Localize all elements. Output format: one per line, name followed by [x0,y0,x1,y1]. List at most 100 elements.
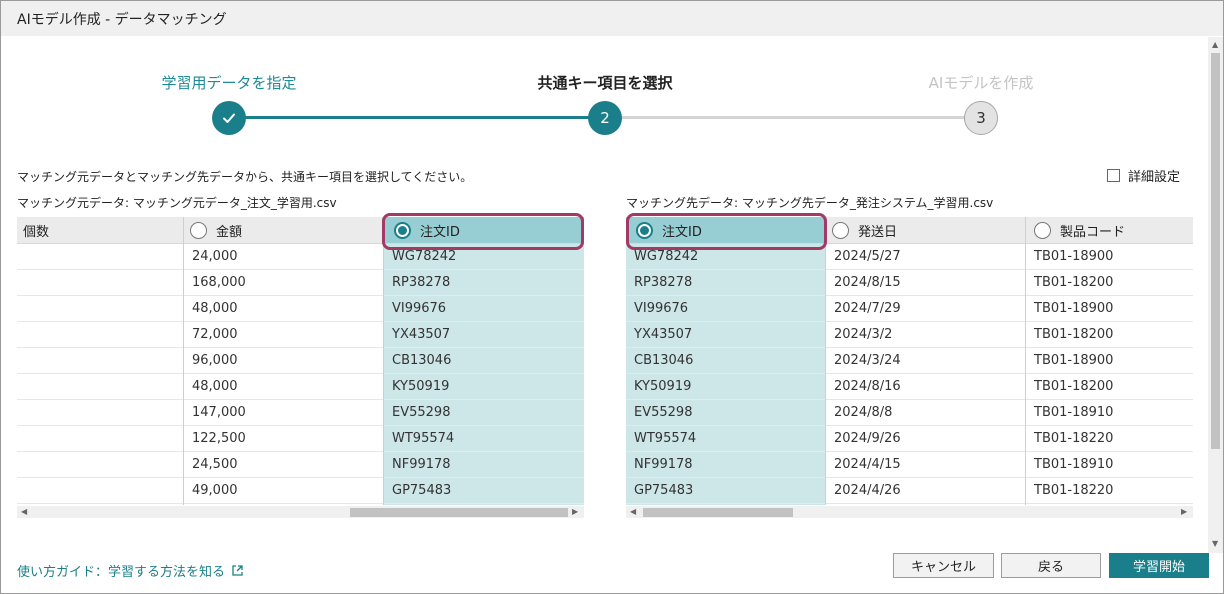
table-cell: 2024/5/27 [826,244,1025,270]
selected-key-highlight-source [382,213,584,250]
table-cell: 2024/4/26 [826,478,1025,504]
checkbox-box[interactable] [1107,169,1120,182]
table-cell: 48,000 [184,296,383,322]
table-cell: TB01-18900 [1026,296,1193,322]
window-title: AIモデル作成 - データマッチング [17,12,227,28]
table-cell: 49,000 [184,478,383,504]
scroll-up-icon[interactable]: ▲ [1212,40,1218,49]
detail-setting-label: 詳細設定 [1128,170,1181,185]
scroll-down-icon[interactable]: ▼ [1212,539,1218,548]
vertical-scrollbar[interactable]: ▲ ▼ [1208,37,1223,553]
radio-button-ship-date[interactable] [832,221,849,239]
table-cell: EV55298 [384,400,584,426]
table-cell: VI99676 [384,296,584,322]
source-table: 個数 金額 24,000 168,000 48,000 72,000 96,00… [17,217,584,505]
table-cell: 168,000 [184,270,383,296]
selected-key-highlight-target [626,213,827,250]
title-bar: AIモデル作成 - データマッチング [1,1,1223,36]
table-cell: 2024/8/8 [826,400,1025,426]
scroll-left-icon[interactable]: ◀ [21,507,27,516]
step-3-label: AIモデルを作成 [928,74,1034,92]
table-cell: 2024/3/24 [826,348,1025,374]
table-cell: KY50919 [384,374,584,400]
table-cell: NF99178 [384,452,584,478]
table-cell [17,244,183,270]
table-cell: 147,000 [184,400,383,426]
source-column-amount: 金額 24,000 168,000 48,000 72,000 96,000 4… [183,217,383,505]
table-cell: TB01-18200 [1026,374,1193,400]
table-cell: KY50919 [626,374,825,400]
target-column-product-code: 製品コード TB01-18900 TB01-18200 TB01-18900 T… [1025,217,1193,505]
back-button[interactable]: 戻る [1001,553,1101,578]
step-connector-2 [605,116,981,119]
table-cell: 2024/3/2 [826,322,1025,348]
table-cell [17,400,183,426]
column-header-product-code[interactable]: 製品コード [1026,217,1193,244]
cancel-button[interactable]: キャンセル [893,553,994,578]
table-cell [17,348,183,374]
scroll-right-icon[interactable]: ▶ [572,507,578,516]
table-cell: TB01-18220 [1026,426,1193,452]
table-cell: TB01-18200 [1026,322,1193,348]
column-header-amount[interactable]: 金額 [184,217,383,244]
table-cell: VI99676 [626,296,825,322]
table-cell: RP38278 [384,270,584,296]
table-cell: 2024/8/15 [826,270,1025,296]
table-cell: 72,000 [184,322,383,348]
column-header-label: 発送日 [858,224,898,240]
radio-button-product-code[interactable] [1034,221,1051,239]
target-column-order-id: 注文ID WG78242 RP38278 VI99676 YX43507 CB1… [626,217,825,505]
step-connector-1 [231,116,605,119]
scrollbar-thumb[interactable] [1211,53,1220,449]
table-cell: 122,500 [184,426,383,452]
column-header-label: 金額 [216,224,243,240]
table-cell: 48,000 [184,374,383,400]
step-2-label: 共通キー項目を選択 [537,74,673,92]
step-1-marker [212,101,246,135]
table-cell: CB13046 [626,348,825,374]
table-cell: TB01-18900 [1026,348,1193,374]
source-column-quantity: 個数 [17,217,183,505]
table-cell: RP38278 [626,270,825,296]
step-2-marker: 2 [588,101,622,135]
table-cell: YX43507 [626,322,825,348]
table-cell: EV55298 [626,400,825,426]
table-cell: 24,500 [184,452,383,478]
guide-link[interactable]: 使い方ガイド：学習する方法を知る [17,561,244,580]
source-column-order-id: 注文ID WG78242 RP38278 VI99676 YX43507 CB1… [383,217,584,505]
table-cell [17,322,183,348]
scrollbar-thumb[interactable] [350,508,568,517]
detail-setting-checkbox[interactable]: 詳細設定 [1107,166,1180,185]
table-cell: 2024/4/15 [826,452,1025,478]
check-icon [223,113,235,123]
table-cell: 24,000 [184,244,383,270]
table-cell: 2024/8/16 [826,374,1025,400]
step-3-marker: 3 [964,101,998,135]
target-table-caption: マッチング先データ: マッチング先データ_発注システム_学習用.csv [626,196,994,210]
target-column-ship-date: 発送日 2024/5/27 2024/8/15 2024/7/29 2024/3… [825,217,1025,505]
table-cell: GP75483 [626,478,825,504]
scroll-right-icon[interactable]: ▶ [1181,507,1187,516]
column-header-label: 個数 [23,224,50,240]
table-cell: 2024/7/29 [826,296,1025,322]
table-cell [17,426,183,452]
table-cell [17,374,183,400]
table-cell: YX43507 [384,322,584,348]
table-cell: WT95574 [626,426,825,452]
table-cell [17,452,183,478]
start-training-button[interactable]: 学習開始 [1109,553,1209,578]
scroll-left-icon[interactable]: ◀ [630,507,636,516]
column-header-label: 製品コード [1060,224,1126,240]
table-cell: TB01-18200 [1026,270,1193,296]
radio-button-amount[interactable] [190,221,207,239]
table-cell: WT95574 [384,426,584,452]
external-link-icon [232,565,243,576]
target-horizontal-scrollbar[interactable]: ◀ ▶ [626,506,1193,518]
scrollbar-thumb[interactable] [643,508,793,517]
instruction-text: マッチング元データとマッチング先データから、共通キー項目を選択してください。 [17,170,473,184]
column-header-ship-date[interactable]: 発送日 [826,217,1025,244]
dialog-window: AIモデル作成 - データマッチング 学習用データを指定 共通キー項目を選択 A… [0,0,1224,594]
source-horizontal-scrollbar[interactable]: ◀ ▶ [17,506,584,518]
guide-link-label[interactable]: 使い方ガイド：学習する方法を知る [17,561,225,580]
table-cell: NF99178 [626,452,825,478]
